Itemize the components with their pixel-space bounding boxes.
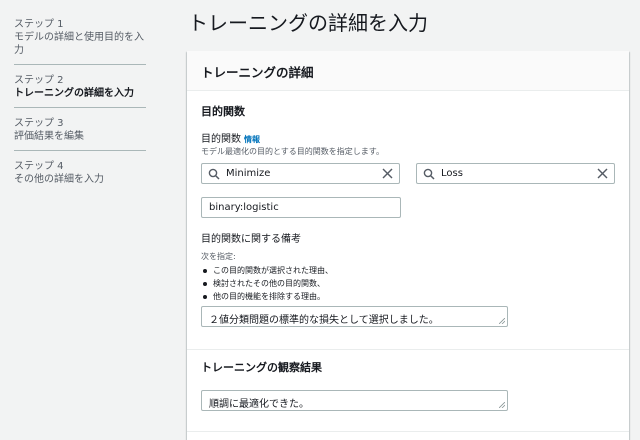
observations-section: トレーニングの観察結果 順調に最適化できた。: [187, 360, 629, 411]
list-item: 他の目的機能を排除する理由。: [201, 290, 615, 303]
step-4[interactable]: ステップ 4 その他の詳細を入力: [14, 160, 146, 193]
objective-field-label: 目的関数 情報: [201, 133, 615, 146]
observations-textarea[interactable]: 順調に最適化できた。: [201, 390, 508, 411]
objective-section: 目的関数 目的関数 情報 モデル最適化の目的とする目的関数を指定します。 Mini…: [187, 104, 629, 327]
resize-handle-icon[interactable]: [499, 318, 505, 324]
panel-header: トレーニングの詳細: [187, 51, 629, 91]
objective-field-description: モデル最適化の目的とする目的関数を指定します。: [201, 147, 384, 156]
direction-select[interactable]: Minimize: [201, 163, 400, 184]
step-3[interactable]: ステップ 3 評価結果を編集: [14, 117, 146, 151]
step-4-number: ステップ 4: [14, 161, 64, 172]
list-item: この目的関数が選択された理由、: [201, 264, 615, 277]
objective-selects: Minimize Loss: [201, 163, 615, 184]
step-4-name[interactable]: その他の詳細を入力: [14, 173, 146, 186]
info-link[interactable]: 情報: [244, 135, 260, 144]
page-title: トレーニングの詳細を入力: [188, 11, 428, 35]
step-2[interactable]: ステップ 2 トレーニングの詳細を入力: [14, 74, 146, 108]
close-icon[interactable]: [382, 168, 393, 179]
objective-section-title: 目的関数: [201, 105, 245, 118]
observations-title: トレーニングの観察結果: [201, 361, 322, 374]
step-1[interactable]: ステップ 1 モデルの詳細と使用目的を入力: [14, 18, 146, 65]
step-2-number: ステップ 2: [14, 75, 64, 86]
step-1-number: ステップ 1: [14, 19, 64, 30]
step-3-number: ステップ 3: [14, 118, 64, 129]
step-3-name[interactable]: 評価結果を編集: [14, 130, 146, 143]
list-item: 検討されたその他の目的関数、: [201, 277, 615, 290]
section-divider: [187, 349, 629, 350]
notes-bullet-list: この目的関数が選択された理由、 検討されたその他の目的関数、 他の目的機能を排除…: [201, 264, 615, 303]
notes-description: 次を指定:: [201, 252, 236, 261]
close-icon[interactable]: [597, 168, 608, 179]
direction-select-value: Minimize: [226, 168, 271, 179]
section-divider: [187, 431, 629, 432]
objective-notes-value: ２値分類問題の標準的な損失として選択しました。: [209, 315, 439, 326]
objective-label-text: 目的関数: [201, 134, 241, 145]
metric-select[interactable]: Loss: [416, 163, 615, 184]
observations-value: 順調に最適化できた。: [209, 399, 309, 410]
search-icon: [423, 168, 435, 180]
step-2-name: トレーニングの詳細を入力: [14, 88, 134, 99]
wizard-steps-nav: ステップ 1 モデルの詳細と使用目的を入力 ステップ 2 トレーニングの詳細を入…: [14, 18, 146, 202]
metric-select-value: Loss: [441, 168, 463, 179]
notes-label: 目的関数に関する備考: [201, 234, 301, 245]
objective-function-input[interactable]: binary:logistic: [201, 197, 401, 218]
step-1-name[interactable]: モデルの詳細と使用目的を入力: [14, 31, 146, 57]
search-icon: [208, 168, 220, 180]
training-details-panel: トレーニングの詳細 目的関数 目的関数 情報 モデル最適化の目的とする目的関数を指…: [187, 51, 629, 440]
resize-handle-icon[interactable]: [499, 402, 505, 408]
objective-notes-textarea[interactable]: ２値分類問題の標準的な損失として選択しました。: [201, 306, 508, 327]
